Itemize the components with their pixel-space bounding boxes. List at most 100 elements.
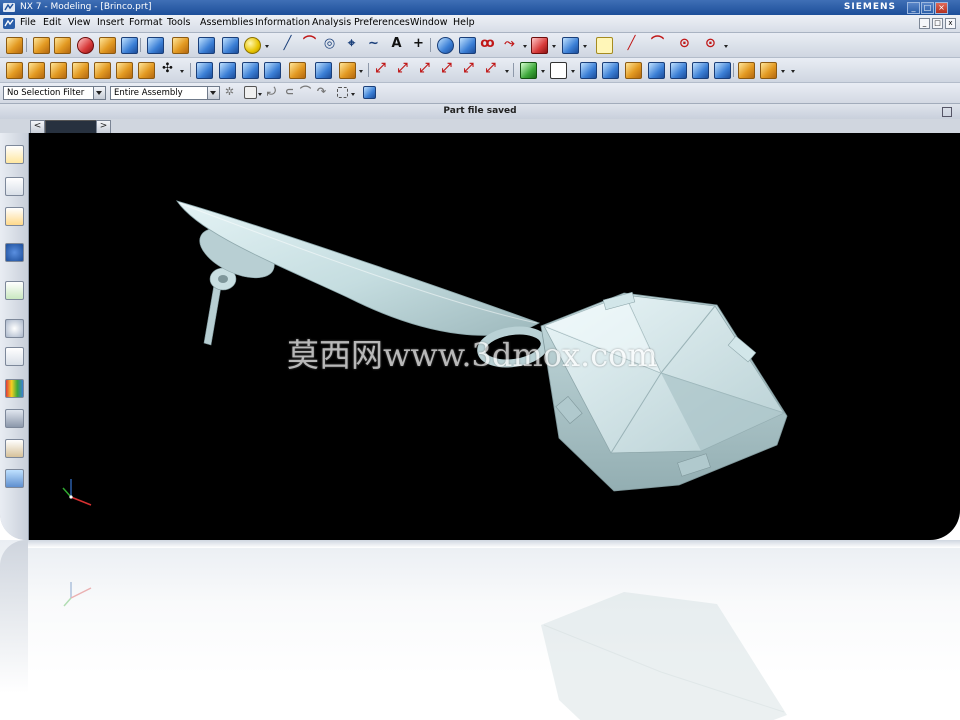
select-all-icon[interactable] xyxy=(244,86,257,99)
snap-endpoint-icon[interactable] xyxy=(596,37,613,54)
curve-tool-icon[interactable]: ⤢ xyxy=(461,61,476,77)
view-icon[interactable] xyxy=(648,62,665,79)
doc-close-button[interactable]: x xyxy=(945,18,956,29)
render-icon[interactable] xyxy=(738,62,755,79)
chevron-down-icon[interactable] xyxy=(351,93,355,96)
status-restore-icon[interactable] xyxy=(942,107,952,117)
section-icon[interactable] xyxy=(437,37,454,54)
revolve-icon[interactable] xyxy=(77,37,94,54)
screen-icon[interactable] xyxy=(5,469,24,488)
chevron-down-icon[interactable] xyxy=(207,87,219,99)
snap-quadrant-icon[interactable]: ⊙ xyxy=(703,36,718,52)
tab-scroll-left-button[interactable]: < xyxy=(30,120,45,134)
part-navigator-icon[interactable] xyxy=(5,207,24,226)
assembly-icon[interactable] xyxy=(520,62,537,79)
text-icon[interactable]: A xyxy=(389,36,404,52)
web-browser-icon[interactable] xyxy=(5,243,24,262)
surface-icon[interactable] xyxy=(242,62,259,79)
menu-edit[interactable]: Edit xyxy=(43,17,61,28)
curve-tool-icon[interactable]: ⤢ xyxy=(483,61,498,77)
box-pendant[interactable] xyxy=(540,291,788,492)
chevron-down-icon[interactable] xyxy=(791,70,795,73)
cone-icon[interactable] xyxy=(222,37,239,54)
rectangle-select-icon[interactable] xyxy=(337,87,348,98)
datum-point-icon[interactable]: + xyxy=(411,36,426,52)
minimize-button[interactable]: _ xyxy=(907,2,920,14)
gear-icon[interactable]: ✲ xyxy=(222,84,237,100)
curve-tool-icon[interactable]: ⤢ xyxy=(417,61,432,77)
filter-icon[interactable]: ⊂ xyxy=(282,84,297,100)
sketch-icon[interactable] xyxy=(33,37,50,54)
curve-tool-icon[interactable]: ⤢ xyxy=(395,61,410,77)
chevron-down-icon[interactable] xyxy=(523,45,527,48)
app-menu-icon[interactable] xyxy=(3,18,15,29)
chevron-down-icon[interactable] xyxy=(93,87,105,99)
project-curve-icon[interactable]: ꝏ xyxy=(480,36,495,52)
selection-filter-dropdown[interactable]: No Selection Filter xyxy=(3,86,106,100)
filter-icon[interactable]: ⌒ xyxy=(298,84,313,100)
doc-restore-button[interactable]: □ xyxy=(932,18,943,29)
view-icon[interactable] xyxy=(580,62,597,79)
offset-curve-icon[interactable] xyxy=(459,37,476,54)
close-button[interactable]: × xyxy=(935,2,948,14)
chevron-down-icon[interactable] xyxy=(583,45,587,48)
wcs-icon[interactable]: ✣ xyxy=(160,61,175,77)
assembly-navigator-icon[interactable] xyxy=(5,145,24,164)
menu-assemblies[interactable]: Assemblies xyxy=(200,17,254,28)
earring-post[interactable] xyxy=(203,267,237,346)
feature-cube-icon[interactable] xyxy=(28,62,45,79)
snap-center-icon[interactable]: ⊙ xyxy=(677,36,692,52)
trim-body-icon[interactable] xyxy=(339,62,356,79)
line-icon[interactable]: ╱ xyxy=(280,36,295,52)
chevron-down-icon[interactable] xyxy=(724,45,728,48)
filter-icon[interactable]: ↷ xyxy=(314,84,329,100)
people-icon[interactable] xyxy=(5,439,24,458)
menu-preferences[interactable]: Preferences xyxy=(354,17,410,28)
feature-cube-icon[interactable] xyxy=(138,62,155,79)
roles-icon[interactable] xyxy=(5,409,24,428)
edge-blend-icon[interactable] xyxy=(172,37,189,54)
doc-minimize-button[interactable]: _ xyxy=(919,18,930,29)
chevron-down-icon[interactable] xyxy=(505,70,509,73)
menu-help[interactable]: Help xyxy=(453,17,475,28)
system-materials-icon[interactable] xyxy=(5,347,24,366)
filter-icon[interactable]: ⤾ xyxy=(264,84,279,100)
menu-information[interactable]: Information xyxy=(255,17,310,28)
chevron-down-icon[interactable] xyxy=(359,70,363,73)
tab-scroll-right-button[interactable]: > xyxy=(96,120,111,134)
surface-icon[interactable] xyxy=(219,62,236,79)
component-icon[interactable] xyxy=(363,86,376,99)
menu-window[interactable]: Window xyxy=(410,17,447,28)
cylinder-icon[interactable] xyxy=(198,37,215,54)
view-icon[interactable] xyxy=(714,62,731,79)
chevron-down-icon[interactable] xyxy=(258,93,262,96)
sew-icon[interactable] xyxy=(289,62,306,79)
snap-arc-icon[interactable]: ⌒ xyxy=(650,36,665,52)
chevron-down-icon[interactable] xyxy=(781,70,785,73)
constraint-navigator-icon[interactable] xyxy=(5,177,24,196)
curve-tool-icon[interactable]: ⤢ xyxy=(373,61,388,77)
scope-dropdown[interactable]: Entire Assembly xyxy=(110,86,220,100)
arc-icon[interactable]: ⌒ xyxy=(302,36,317,52)
analysis-icon[interactable] xyxy=(531,37,548,54)
bridge-curve-icon[interactable]: ⤳ xyxy=(502,36,517,52)
feature-cube-icon[interactable] xyxy=(94,62,111,79)
clock-icon[interactable] xyxy=(5,319,24,338)
feature-cube-icon[interactable] xyxy=(116,62,133,79)
unite-icon[interactable] xyxy=(121,37,138,54)
extrude-icon[interactable] xyxy=(54,37,71,54)
feature-cube-icon[interactable] xyxy=(6,62,23,79)
view-icon[interactable] xyxy=(602,62,619,79)
chevron-down-icon[interactable] xyxy=(552,45,556,48)
menu-view[interactable]: View xyxy=(68,17,91,28)
thicken-icon[interactable] xyxy=(315,62,332,79)
view-icon[interactable] xyxy=(670,62,687,79)
chevron-down-icon[interactable] xyxy=(265,45,269,48)
block-icon[interactable] xyxy=(147,37,164,54)
feature-cube-icon[interactable] xyxy=(72,62,89,79)
view-icon[interactable] xyxy=(625,62,642,79)
graphics-window[interactable]: 莫西网www.3dmox.com xyxy=(29,133,960,540)
view-icon[interactable] xyxy=(692,62,709,79)
history-icon[interactable] xyxy=(5,281,24,300)
menu-format[interactable]: Format xyxy=(129,17,162,28)
